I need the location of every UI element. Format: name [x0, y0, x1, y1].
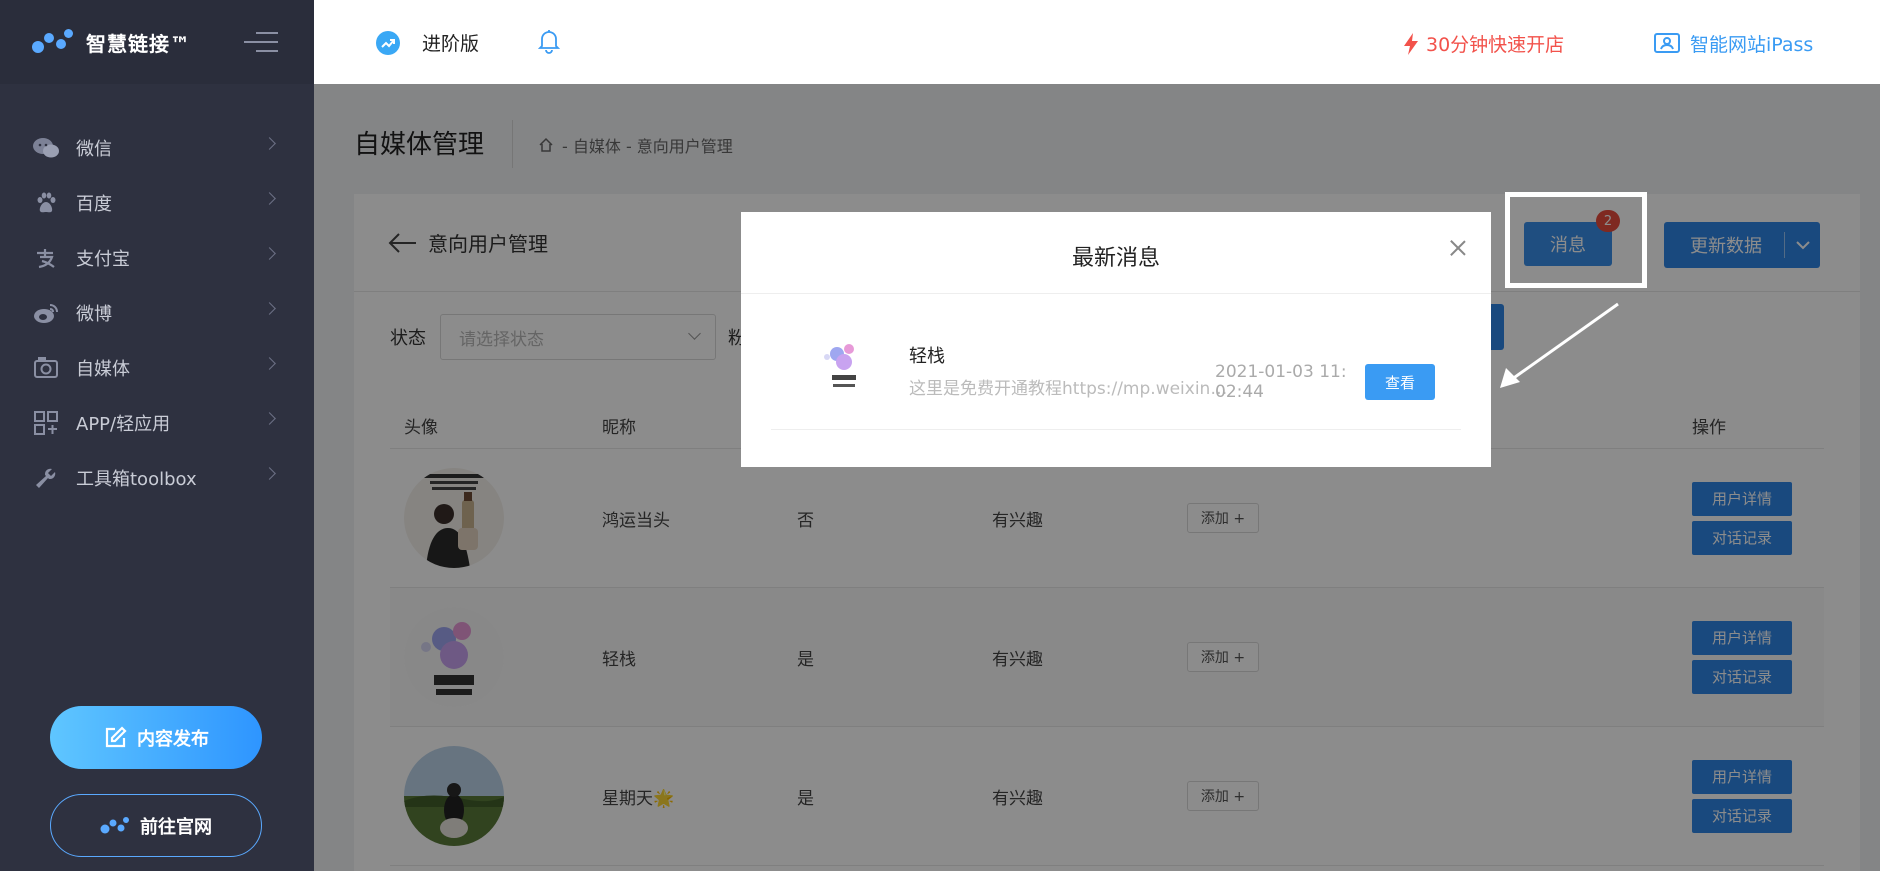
- sidebar-item-toolbox[interactable]: 工具箱toolbox: [0, 450, 314, 505]
- quick-store-label: 30分钟快速开店: [1426, 34, 1565, 56]
- ipass-label: 智能网站iPass: [1690, 34, 1814, 56]
- sidebar-item-app[interactable]: APP/轻应用: [0, 395, 314, 450]
- quick-store-link[interactable]: 30分钟快速开店: [1404, 30, 1564, 57]
- lightning-icon: [1404, 32, 1418, 55]
- chevron-right-icon: [263, 247, 276, 260]
- latest-messages-dialog: 最新消息 轻栈 这里是免费开通教程https://mp.weixin.q... …: [741, 212, 1491, 467]
- annotation-highlight-box: [1505, 192, 1647, 288]
- media-icon: [32, 355, 60, 381]
- bell-icon[interactable]: [537, 28, 561, 58]
- close-icon[interactable]: [1447, 238, 1469, 260]
- sidebar-item-label: 微博: [76, 303, 112, 325]
- top-header: 进阶版 30分钟快速开店 智能网站iPass: [314, 0, 1880, 84]
- sender-avatar: [819, 340, 869, 394]
- alipay-icon: [32, 245, 60, 271]
- sidebar-item-alipay[interactable]: 支付宝: [0, 230, 314, 285]
- sidebar-item-label: APP/轻应用: [76, 413, 171, 435]
- sidebar-item-label: 工具箱toolbox: [76, 468, 197, 490]
- official-label: 前往官网: [140, 816, 212, 838]
- ipass-link[interactable]: 智能网站iPass: [1654, 30, 1813, 57]
- publish-content-button[interactable]: 内容发布: [50, 706, 262, 769]
- edition-label: 进阶版: [422, 33, 480, 55]
- chevron-right-icon: [263, 357, 276, 370]
- message-preview: 这里是免费开通教程https://mp.weixin.q...: [909, 379, 1229, 399]
- edition-switch[interactable]: 进阶版: [376, 29, 479, 56]
- chevron-right-icon: [263, 467, 276, 480]
- sender-name: 轻栈: [909, 346, 945, 367]
- publish-label: 内容发布: [137, 728, 209, 750]
- weibo-icon: [32, 300, 60, 326]
- baidu-paw-icon: [32, 190, 60, 216]
- wechat-icon: [32, 135, 60, 161]
- sidebar-menu: 微信 百度 支付宝 微博 自媒体 APP/轻应用 工具箱toolbox: [0, 120, 314, 505]
- dialog-title: 最新消息: [1071, 246, 1160, 271]
- chevron-right-icon: [263, 302, 276, 315]
- sidebar: 智慧链接™ 微信 百度 支付宝 微博 自媒体 APP/轻应用 工具箱toolbo…: [0, 0, 314, 871]
- sidebar-item-baidu[interactable]: 百度: [0, 175, 314, 230]
- official-site-button[interactable]: 前往官网: [50, 794, 262, 857]
- chevron-right-icon: [263, 192, 276, 205]
- logo-bar: 智慧链接™: [0, 0, 314, 84]
- message-timestamp: 2021-01-03 11:02:44: [1215, 362, 1347, 402]
- sidebar-item-label: 百度: [76, 193, 112, 215]
- trend-icon: [376, 30, 400, 55]
- sidebar-item-media[interactable]: 自媒体: [0, 340, 314, 395]
- brand-name: 智慧链接™: [86, 31, 191, 56]
- wrench-icon: [32, 465, 60, 491]
- message-item[interactable]: 轻栈 这里是免费开通教程https://mp.weixin.q... 2021-…: [771, 294, 1461, 430]
- logo-small-icon: [100, 816, 130, 836]
- sidebar-item-label: 支付宝: [76, 248, 130, 270]
- logo-icon: [32, 29, 74, 55]
- ipass-icon: [1654, 32, 1680, 55]
- chevron-right-icon: [263, 412, 276, 425]
- sidebar-item-label: 自媒体: [76, 358, 130, 380]
- menu-toggle-icon[interactable]: [244, 32, 278, 52]
- sidebar-item-weibo[interactable]: 微博: [0, 285, 314, 340]
- edit-icon: [103, 725, 127, 750]
- sidebar-item-wechat[interactable]: 微信: [0, 120, 314, 175]
- annotation-arrow-icon: [1500, 302, 1619, 388]
- view-message-button[interactable]: 查看: [1365, 364, 1435, 400]
- app-grid-icon: [32, 410, 60, 436]
- sidebar-item-label: 微信: [76, 138, 112, 160]
- chevron-right-icon: [263, 137, 276, 150]
